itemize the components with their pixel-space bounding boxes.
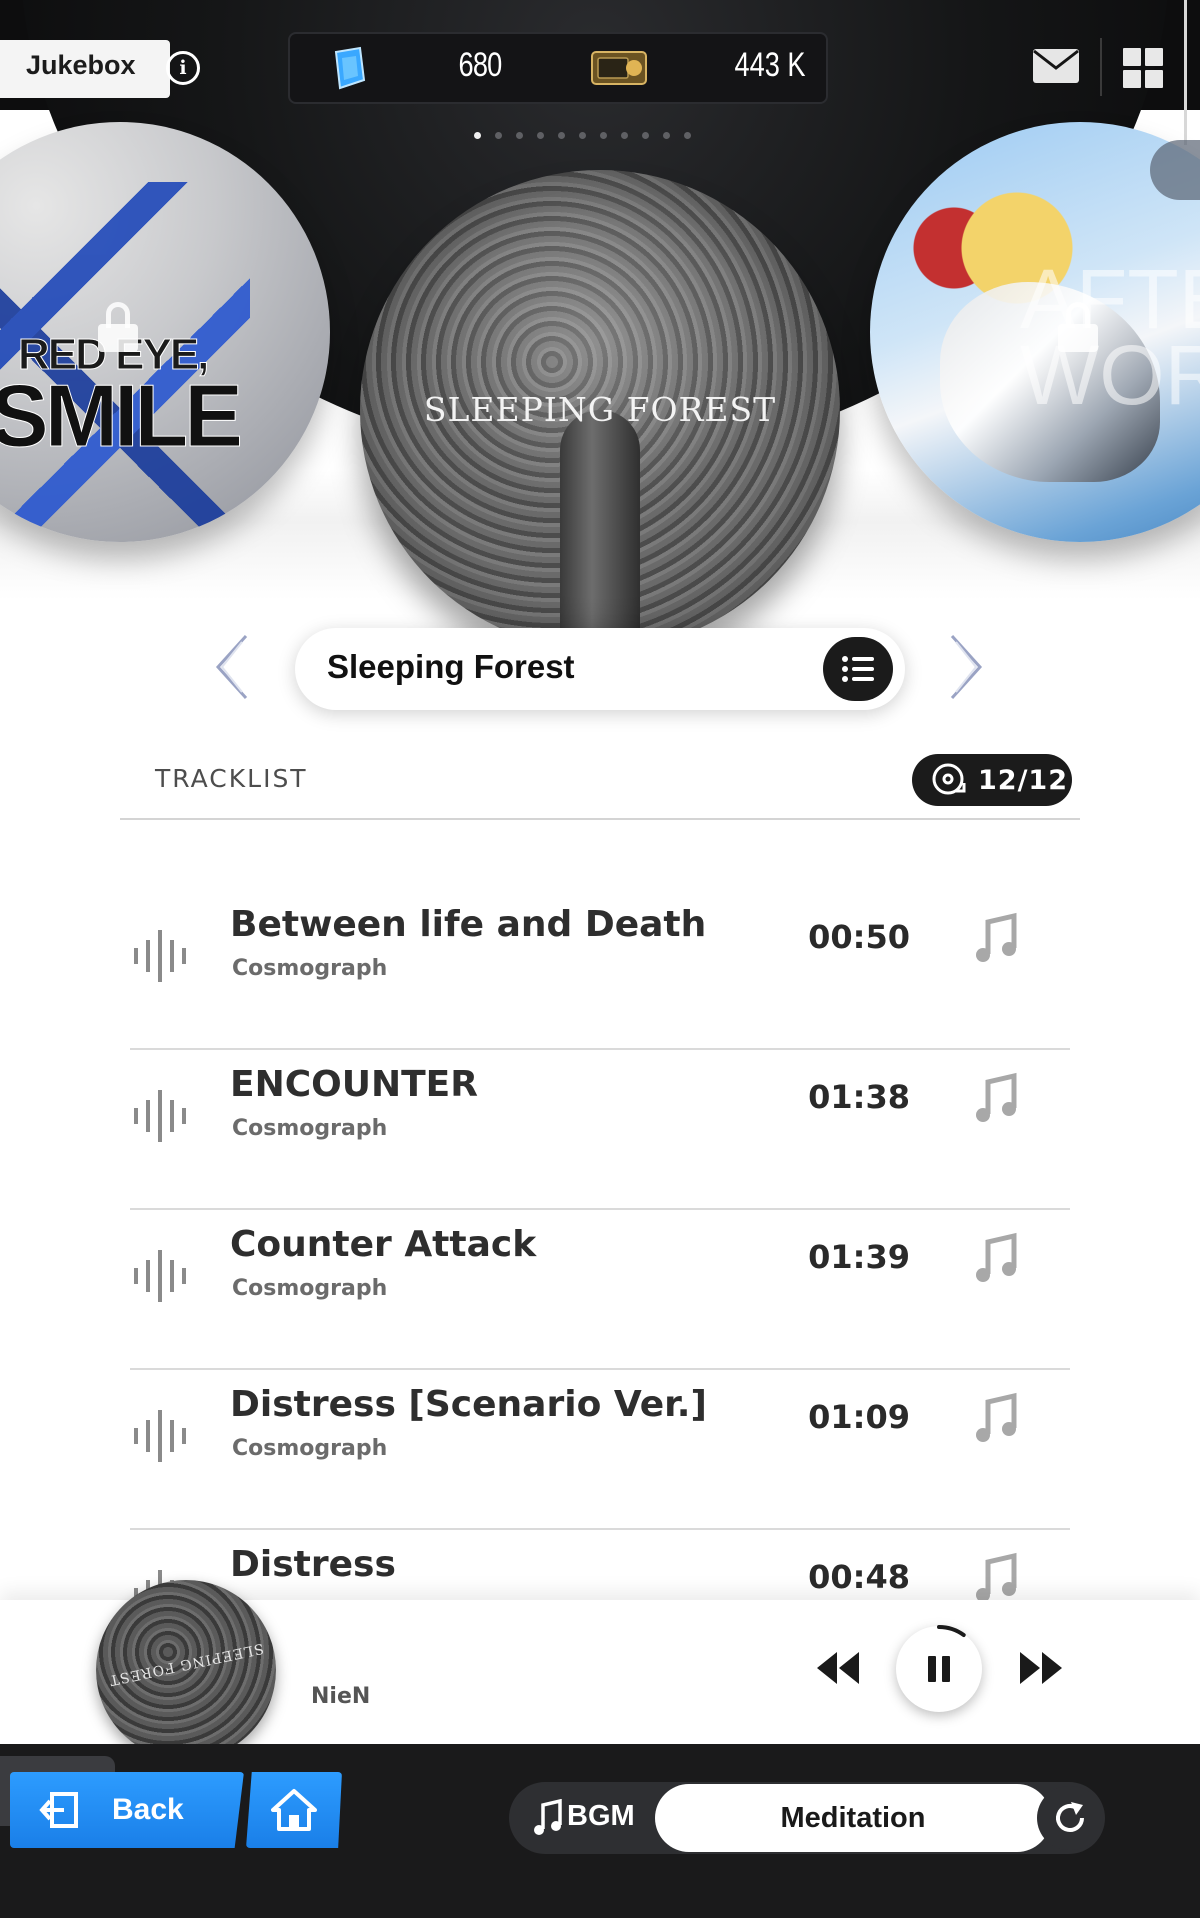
- track-title: Between life and Death: [230, 904, 707, 945]
- bgm-current-value: Meditation: [780, 1801, 926, 1834]
- album-list-button[interactable]: [823, 637, 893, 701]
- track-title: Distress [Scenario Ver.]: [230, 1384, 707, 1425]
- carousel-page-dots: [474, 132, 691, 144]
- music-note-icon[interactable]: [974, 1072, 1018, 1124]
- fast-forward-icon[interactable]: [1018, 1648, 1064, 1688]
- page-title: Jukebox: [26, 50, 136, 80]
- track-artist: Cosmograph: [232, 956, 388, 981]
- next-album-arrow-icon[interactable]: [946, 632, 986, 702]
- now-playing-artist: NieN: [311, 1684, 371, 1709]
- music-note-icon: [534, 1799, 562, 1835]
- album-disc-label: SMILE: [0, 366, 243, 465]
- jukebox-screen: Jukebox i 680 443 K RED EYE, SMILE AFTER…: [0, 0, 1200, 1918]
- music-note-icon[interactable]: [974, 1392, 1018, 1444]
- home-icon: [271, 1789, 317, 1831]
- carousel-dot[interactable]: [663, 132, 670, 139]
- album-disc-label: AFTER WORD: [1020, 252, 1200, 422]
- waveform-icon: [134, 1410, 186, 1462]
- music-note-icon[interactable]: [974, 1552, 1018, 1604]
- refresh-button[interactable]: [1037, 1786, 1103, 1850]
- track-title: Distress: [230, 1544, 396, 1585]
- track-title: Counter Attack: [230, 1224, 537, 1265]
- previous-album-arrow-icon[interactable]: [212, 632, 252, 702]
- track-artist: Cosmograph: [232, 1116, 388, 1141]
- refresh-icon: [1056, 1802, 1084, 1832]
- carousel-dot[interactable]: [642, 132, 649, 139]
- album-disc-label: SLEEPING FOREST: [423, 390, 777, 429]
- carousel-dot[interactable]: [579, 132, 586, 139]
- back-label: Back: [112, 1793, 184, 1826]
- music-note-icon[interactable]: [974, 912, 1018, 964]
- track-row[interactable]: Between life and Death Cosmograph 00:50: [130, 890, 1070, 1050]
- music-note-icon[interactable]: [974, 1232, 1018, 1284]
- carousel-dot[interactable]: [495, 132, 502, 139]
- track-duration: 01:09: [808, 1398, 910, 1436]
- track-row[interactable]: Distress [Scenario Ver.] Cosmograph 01:09: [130, 1370, 1070, 1530]
- bgm-select[interactable]: Meditation: [655, 1784, 1051, 1852]
- tracklist-heading: TRACKLIST: [155, 764, 308, 793]
- bgm-selector-group: BGM Meditation: [509, 1782, 1105, 1854]
- track-duration: 00:48: [808, 1558, 910, 1596]
- now-playing-disc-label: SLEEPING FOREST: [107, 1639, 265, 1689]
- carousel-dot[interactable]: [474, 132, 481, 139]
- track-duration: 01:38: [808, 1078, 910, 1116]
- info-icon[interactable]: i: [166, 51, 200, 85]
- current-album-name: Sleeping Forest: [327, 648, 575, 685]
- waveform-icon: [134, 1090, 186, 1142]
- now-playing-disc[interactable]: SLEEPING FOREST: [96, 1580, 276, 1760]
- credit-count: 443 K: [734, 46, 806, 84]
- album-selector[interactable]: Sleeping Forest: [295, 628, 905, 710]
- credit-icon[interactable]: [590, 48, 648, 88]
- header-divider: [1100, 38, 1102, 96]
- carousel-dot[interactable]: [621, 132, 628, 139]
- gem-count: 680: [458, 46, 503, 84]
- disc-icon: [932, 763, 966, 795]
- gem-icon[interactable]: [332, 46, 366, 90]
- track-title: ENCOUNTER: [230, 1064, 478, 1105]
- waveform-icon: [134, 930, 186, 982]
- mail-icon[interactable]: [1032, 48, 1080, 84]
- grid-menu-icon[interactable]: [1123, 48, 1163, 88]
- divider: [120, 818, 1080, 820]
- carousel-dot[interactable]: [600, 132, 607, 139]
- track-count-badge: 12/12: [912, 754, 1072, 806]
- track-duration: 00:50: [808, 918, 910, 956]
- track-row[interactable]: ENCOUNTER Cosmograph 01:38: [130, 1050, 1070, 1210]
- lock-icon: [98, 302, 138, 352]
- waveform-icon: [134, 1250, 186, 1302]
- carousel-dot[interactable]: [537, 132, 544, 139]
- edge-decoration: [1184, 0, 1187, 145]
- carousel-dot[interactable]: [558, 132, 565, 139]
- carousel-dot[interactable]: [684, 132, 691, 139]
- list-icon: [842, 656, 874, 682]
- bgm-label: BGM: [567, 1800, 635, 1832]
- rewind-icon[interactable]: [815, 1648, 861, 1688]
- exit-icon: [39, 1792, 78, 1828]
- carousel-dot[interactable]: [516, 132, 523, 139]
- track-count: 12/12: [978, 764, 1069, 796]
- track-duration: 01:39: [808, 1238, 910, 1276]
- back-button[interactable]: Back: [10, 1772, 244, 1848]
- track-row[interactable]: Counter Attack Cosmograph 01:39: [130, 1210, 1070, 1370]
- track-artist: Cosmograph: [232, 1436, 388, 1461]
- playback-progress-ring: [937, 1625, 966, 1638]
- track-artist: Cosmograph: [232, 1276, 388, 1301]
- home-button[interactable]: [246, 1772, 342, 1848]
- lock-icon: [1058, 302, 1098, 352]
